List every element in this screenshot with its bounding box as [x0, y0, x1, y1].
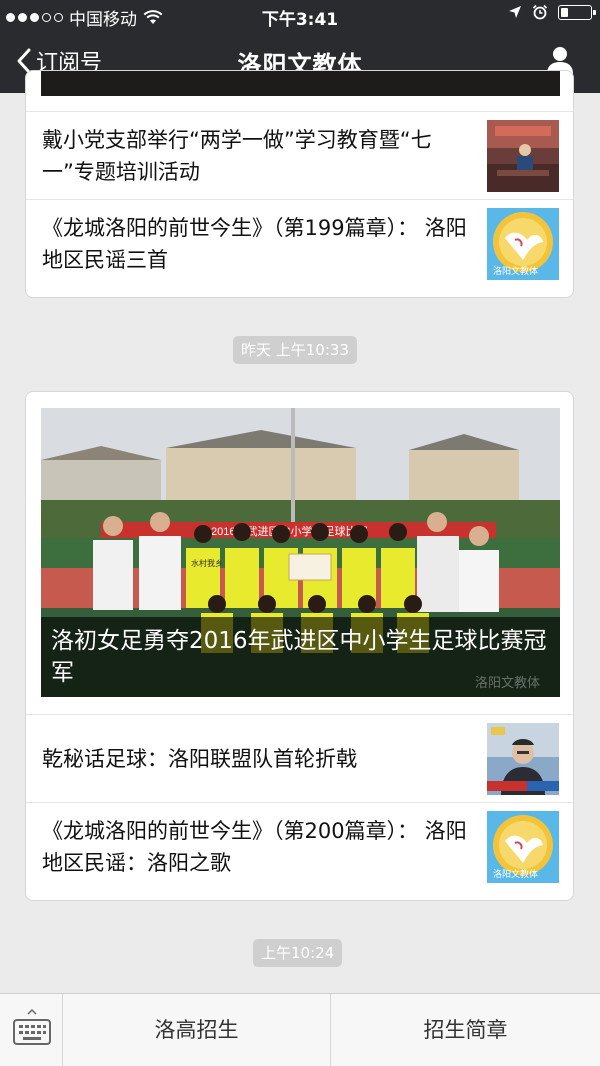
location-arrow-icon — [509, 6, 521, 18]
article-item[interactable]: 戴小党支部举行“两学一做”学习教育暨“七一”专题培训活动 — [26, 111, 573, 200]
article-card-1: 戴小党支部举行“两学一做”学习教育暨“七一”专题培训活动 《龙城洛阳的前世今生》… — [25, 70, 574, 298]
article-title: 《龙城洛阳的前世今生》（第200篇章）： 洛阳地区民谣：洛阳之歌 — [42, 819, 467, 875]
bottom-menu-bar: 洛高招生 招生简章 — [0, 993, 600, 1066]
menu-button-admissions-guide[interactable]: 招生简章 — [331, 994, 600, 1066]
article-card-2: 2016年武进区中小学生足球比赛 — [25, 391, 574, 901]
keyboard-icon — [13, 1008, 51, 1045]
article-title: 戴小党支部举行“两学一做”学习教育暨“七一”专题培训活动 — [42, 128, 432, 184]
menu-button-admissions[interactable]: 洛高招生 — [63, 994, 331, 1066]
message-timestamp: 昨天 上午10:33 — [233, 336, 357, 364]
article-thumbnail: 洛阳文教体 — [487, 208, 559, 280]
jersey-text: 水村我乡 — [191, 558, 223, 568]
status-right — [508, 4, 596, 20]
status-bar: 中国移动 下午3:41 — [0, 0, 600, 30]
article-title: 乾秘话足球：洛阳联盟队首轮折戟 — [42, 747, 357, 771]
thumbnail-watermark: 洛阳文教体 — [493, 870, 539, 880]
article-item[interactable]: 《龙城洛阳的前世今生》（第199篇章）： 洛阳地区民谣三首 洛阳文教体 — [26, 199, 573, 288]
battery-icon — [558, 4, 596, 20]
article-thumbnail — [487, 723, 559, 795]
article-title: 《龙城洛阳的前世今生》（第199篇章）： 洛阳地区民谣三首 — [42, 216, 467, 272]
keyboard-toggle-button[interactable] — [0, 994, 63, 1066]
article-cover-partial[interactable] — [41, 71, 560, 96]
alarm-clock-icon — [532, 4, 548, 20]
article-thumbnail: 洛阳文教体 — [487, 811, 559, 883]
thumbnail-watermark: 洛阳文教体 — [493, 267, 539, 277]
featured-article[interactable]: 2016年武进区中小学生足球比赛 — [41, 408, 560, 697]
image-watermark: 洛阳文教体 — [474, 676, 540, 691]
article-thumbnail — [487, 120, 559, 192]
article-item[interactable]: 乾秘话足球：洛阳联盟队首轮折戟 — [26, 714, 573, 803]
message-timestamp: 上午10:24 — [253, 939, 343, 967]
article-item[interactable]: 《龙城洛阳的前世今生》（第200篇章）： 洛阳地区民谣：洛阳之歌 洛阳文教体 — [26, 802, 573, 891]
